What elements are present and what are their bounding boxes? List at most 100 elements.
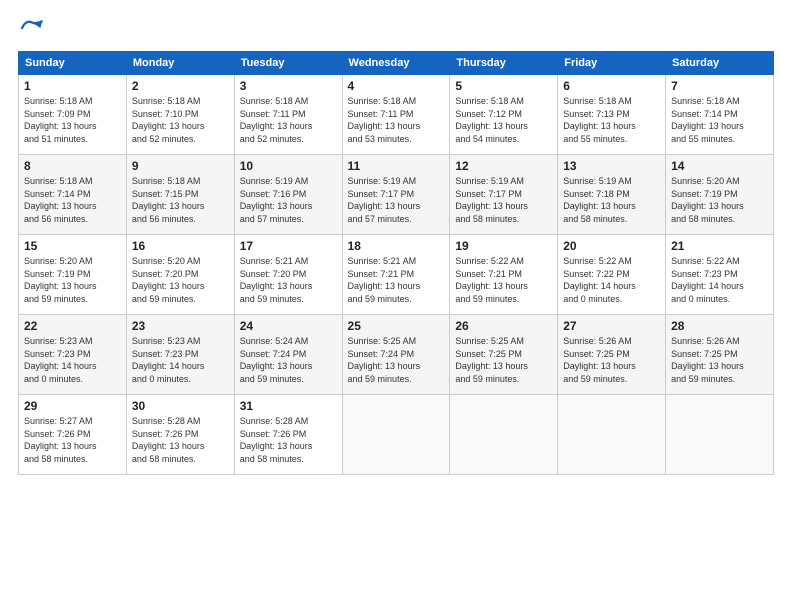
day-number: 23 (132, 319, 229, 333)
calendar-cell: 2 Sunrise: 5:18 AMSunset: 7:10 PMDaylight… (126, 75, 234, 155)
day-info: Sunrise: 5:20 AMSunset: 7:20 PMDaylight:… (132, 255, 229, 305)
calendar-cell: 1 Sunrise: 5:18 AMSunset: 7:09 PMDaylight… (19, 75, 127, 155)
day-number: 12 (455, 159, 552, 173)
day-info: Sunrise: 5:22 AMSunset: 7:23 PMDaylight:… (671, 255, 768, 305)
day-number: 11 (348, 159, 445, 173)
day-number: 18 (348, 239, 445, 253)
day-info: Sunrise: 5:18 AMSunset: 7:13 PMDaylight:… (563, 95, 660, 145)
day-number: 27 (563, 319, 660, 333)
weekday-header-friday: Friday (558, 52, 666, 75)
day-number: 28 (671, 319, 768, 333)
calendar-week-4: 22 Sunrise: 5:23 AMSunset: 7:23 PMDayligh… (19, 315, 774, 395)
day-info: Sunrise: 5:18 AMSunset: 7:09 PMDaylight:… (24, 95, 121, 145)
calendar-week-5: 29 Sunrise: 5:27 AMSunset: 7:26 PMDayligh… (19, 395, 774, 475)
day-info: Sunrise: 5:25 AMSunset: 7:24 PMDaylight:… (348, 335, 445, 385)
calendar-cell: 7Sunrise: 5:18 AMSunset: 7:14 PMDaylight… (666, 75, 774, 155)
weekday-header-thursday: Thursday (450, 52, 558, 75)
day-info: Sunrise: 5:22 AMSunset: 7:22 PMDaylight:… (563, 255, 660, 305)
calendar-cell: 30 Sunrise: 5:28 AMSunset: 7:26 PMDayligh… (126, 395, 234, 475)
day-number: 25 (348, 319, 445, 333)
calendar-cell: 20 Sunrise: 5:22 AMSunset: 7:22 PMDayligh… (558, 235, 666, 315)
calendar-cell: 9 Sunrise: 5:18 AMSunset: 7:15 PMDaylight… (126, 155, 234, 235)
calendar-cell: 6 Sunrise: 5:18 AMSunset: 7:13 PMDaylight… (558, 75, 666, 155)
calendar-cell: 26Sunrise: 5:25 AMSunset: 7:25 PMDayligh… (450, 315, 558, 395)
day-info: Sunrise: 5:18 AMSunset: 7:10 PMDaylight:… (132, 95, 229, 145)
calendar-cell: 28Sunrise: 5:26 AMSunset: 7:25 PMDayligh… (666, 315, 774, 395)
day-number: 15 (24, 239, 121, 253)
day-number: 1 (24, 79, 121, 93)
day-number: 2 (132, 79, 229, 93)
day-number: 8 (24, 159, 121, 173)
day-number: 16 (132, 239, 229, 253)
calendar-cell: 18 Sunrise: 5:21 AMSunset: 7:21 PMDayligh… (342, 235, 450, 315)
day-info: Sunrise: 5:28 AMSunset: 7:26 PMDaylight:… (240, 415, 337, 465)
calendar-cell (342, 395, 450, 475)
calendar-cell: 13 Sunrise: 5:19 AMSunset: 7:18 PMDayligh… (558, 155, 666, 235)
calendar-cell: 14 Sunrise: 5:20 AMSunset: 7:19 PMDayligh… (666, 155, 774, 235)
day-info: Sunrise: 5:18 AMSunset: 7:14 PMDaylight:… (671, 95, 768, 145)
day-info: Sunrise: 5:21 AMSunset: 7:20 PMDaylight:… (240, 255, 337, 305)
day-info: Sunrise: 5:18 AMSunset: 7:12 PMDaylight:… (455, 95, 552, 145)
day-info: Sunrise: 5:24 AMSunset: 7:24 PMDaylight:… (240, 335, 337, 385)
calendar-cell: 19Sunrise: 5:22 AMSunset: 7:21 PMDayligh… (450, 235, 558, 315)
day-number: 10 (240, 159, 337, 173)
calendar-cell: 27 Sunrise: 5:26 AMSunset: 7:25 PMDayligh… (558, 315, 666, 395)
calendar-cell (558, 395, 666, 475)
day-number: 31 (240, 399, 337, 413)
calendar-cell: 11Sunrise: 5:19 AMSunset: 7:17 PMDayligh… (342, 155, 450, 235)
calendar-cell: 15 Sunrise: 5:20 AMSunset: 7:19 PMDayligh… (19, 235, 127, 315)
day-info: Sunrise: 5:27 AMSunset: 7:26 PMDaylight:… (24, 415, 121, 465)
header (18, 15, 774, 43)
day-number: 26 (455, 319, 552, 333)
day-number: 17 (240, 239, 337, 253)
logo (18, 15, 50, 43)
day-number: 30 (132, 399, 229, 413)
page: SundayMondayTuesdayWednesdayThursdayFrid… (0, 0, 792, 612)
weekday-header-monday: Monday (126, 52, 234, 75)
calendar-cell: 24 Sunrise: 5:24 AMSunset: 7:24 PMDayligh… (234, 315, 342, 395)
weekday-header-tuesday: Tuesday (234, 52, 342, 75)
calendar-cell: 22 Sunrise: 5:23 AMSunset: 7:23 PMDayligh… (19, 315, 127, 395)
day-info: Sunrise: 5:20 AMSunset: 7:19 PMDaylight:… (24, 255, 121, 305)
day-info: Sunrise: 5:21 AMSunset: 7:21 PMDaylight:… (348, 255, 445, 305)
day-number: 29 (24, 399, 121, 413)
day-info: Sunrise: 5:18 AMSunset: 7:15 PMDaylight:… (132, 175, 229, 225)
day-number: 9 (132, 159, 229, 173)
calendar-week-2: 8Sunrise: 5:18 AMSunset: 7:14 PMDaylight… (19, 155, 774, 235)
day-number: 5 (455, 79, 552, 93)
calendar-week-3: 15 Sunrise: 5:20 AMSunset: 7:19 PMDayligh… (19, 235, 774, 315)
day-info: Sunrise: 5:19 AMSunset: 7:18 PMDaylight:… (563, 175, 660, 225)
day-info: Sunrise: 5:19 AMSunset: 7:17 PMDaylight:… (455, 175, 552, 225)
calendar-cell: 29 Sunrise: 5:27 AMSunset: 7:26 PMDayligh… (19, 395, 127, 475)
day-info: Sunrise: 5:18 AMSunset: 7:11 PMDaylight:… (348, 95, 445, 145)
calendar-table: SundayMondayTuesdayWednesdayThursdayFrid… (18, 51, 774, 475)
day-number: 6 (563, 79, 660, 93)
calendar-cell (666, 395, 774, 475)
day-info: Sunrise: 5:23 AMSunset: 7:23 PMDaylight:… (132, 335, 229, 385)
day-info: Sunrise: 5:28 AMSunset: 7:26 PMDaylight:… (132, 415, 229, 465)
day-number: 3 (240, 79, 337, 93)
day-number: 14 (671, 159, 768, 173)
day-number: 22 (24, 319, 121, 333)
day-info: Sunrise: 5:22 AMSunset: 7:21 PMDaylight:… (455, 255, 552, 305)
calendar-cell: 4Sunrise: 5:18 AMSunset: 7:11 PMDaylight… (342, 75, 450, 155)
day-info: Sunrise: 5:26 AMSunset: 7:25 PMDaylight:… (563, 335, 660, 385)
calendar-week-1: 1 Sunrise: 5:18 AMSunset: 7:09 PMDaylight… (19, 75, 774, 155)
calendar-cell: 23 Sunrise: 5:23 AMSunset: 7:23 PMDayligh… (126, 315, 234, 395)
day-info: Sunrise: 5:20 AMSunset: 7:19 PMDaylight:… (671, 175, 768, 225)
calendar-cell: 25 Sunrise: 5:25 AMSunset: 7:24 PMDayligh… (342, 315, 450, 395)
day-info: Sunrise: 5:19 AMSunset: 7:16 PMDaylight:… (240, 175, 337, 225)
calendar-cell: 12 Sunrise: 5:19 AMSunset: 7:17 PMDayligh… (450, 155, 558, 235)
day-info: Sunrise: 5:23 AMSunset: 7:23 PMDaylight:… (24, 335, 121, 385)
calendar-cell: 3Sunrise: 5:18 AMSunset: 7:11 PMDaylight… (234, 75, 342, 155)
day-number: 24 (240, 319, 337, 333)
calendar-cell: 21 Sunrise: 5:22 AMSunset: 7:23 PMDayligh… (666, 235, 774, 315)
calendar-cell: 31 Sunrise: 5:28 AMSunset: 7:26 PMDayligh… (234, 395, 342, 475)
day-number: 20 (563, 239, 660, 253)
day-number: 13 (563, 159, 660, 173)
header-row: SundayMondayTuesdayWednesdayThursdayFrid… (19, 52, 774, 75)
calendar-cell: 8Sunrise: 5:18 AMSunset: 7:14 PMDaylight… (19, 155, 127, 235)
day-number: 21 (671, 239, 768, 253)
calendar-cell: 5 Sunrise: 5:18 AMSunset: 7:12 PMDaylight… (450, 75, 558, 155)
logo-icon (18, 15, 46, 43)
